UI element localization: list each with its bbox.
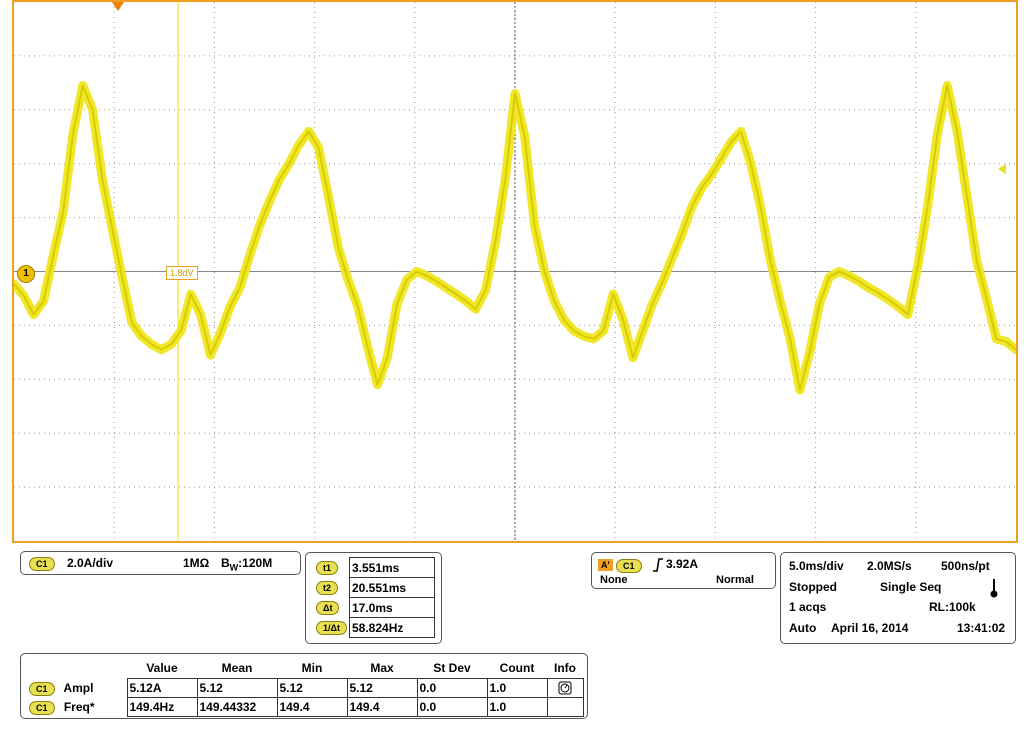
timebase: 5.0ms/div xyxy=(789,559,844,573)
cursor-row: t1 3.551ms xyxy=(314,557,435,578)
cursor-row: t2 20.551ms xyxy=(314,577,435,598)
measurement-stdev: 0.0 xyxy=(416,697,488,717)
cursor-value: 58.824Hz xyxy=(348,617,435,638)
bandwidth-limit: BW:120M xyxy=(221,556,273,573)
cursor-pill[interactable]: Δt xyxy=(316,601,340,615)
measurement-label-cell: C1 Ampl xyxy=(27,679,127,698)
cursor-readout-label: 1.8dV xyxy=(166,266,198,280)
trigger-channel-pill[interactable]: C1 xyxy=(616,559,642,573)
trigger-position-marker[interactable] xyxy=(112,2,124,11)
cursor-panel[interactable]: t1 3.551ms t2 20.551ms Δt 17.0ms 1/Δt 58.824Hz xyxy=(305,552,442,644)
input-impedance: 1MΩ xyxy=(183,556,210,570)
channel-1-marker[interactable]: 1 xyxy=(17,265,35,283)
measurement-name: Ampl xyxy=(60,680,94,695)
measurement-header: Max xyxy=(370,661,394,675)
measurement-row[interactable]: C1 Freq* 149.4Hz 149.44332 149.4 149.4 0.0 1.0 xyxy=(27,697,584,717)
measurement-max: 5.12 xyxy=(346,678,418,698)
cursor-pill[interactable]: t2 xyxy=(316,581,339,595)
cursor-value: 3.551ms xyxy=(348,557,435,578)
rising-edge-icon xyxy=(653,558,663,572)
measurement-header: Count xyxy=(499,661,535,675)
trigger-panel[interactable]: A' C1 3.92A None Normal xyxy=(591,552,776,589)
measurement-header: Value xyxy=(146,661,178,675)
waveform-display[interactable]: 1 1.8dV xyxy=(12,0,1018,543)
cursor-pill-cell: t2 xyxy=(314,578,349,598)
acquisition-state: Stopped xyxy=(789,580,837,594)
measurement-stdev: 0.0 xyxy=(416,678,488,698)
measurement-header: St Dev xyxy=(433,661,471,675)
cursor-value: 20.551ms xyxy=(348,577,435,598)
acquisition-sequence: Single Seq xyxy=(880,580,942,594)
cursor-pill-cell: 1/Δt xyxy=(314,618,349,638)
cursor-pill-cell: Δt xyxy=(314,598,349,618)
date: April 16, 2014 xyxy=(831,621,909,635)
measurement-value: 5.12A xyxy=(126,678,198,698)
cursor-table: t1 3.551ms t2 20.551ms Δt 17.0ms 1/Δt 58.824Hz xyxy=(314,557,435,638)
measurement-min: 5.12 xyxy=(276,678,348,698)
time: 13:41:02 xyxy=(957,621,1006,635)
cursor-value: 17.0ms xyxy=(348,597,435,618)
record-length: RL:100k xyxy=(929,600,976,614)
trigger-source-pill[interactable]: A' xyxy=(598,559,613,571)
measurement-panel[interactable]: Value Mean Min Max St Dev Count Info C1 Ampl 5.… xyxy=(20,653,588,719)
graticule xyxy=(14,2,1016,541)
cursor-row: 1/Δt 58.824Hz xyxy=(314,617,435,638)
acquisition-count: 1 acqs xyxy=(789,600,827,614)
measurement-mean: 5.12 xyxy=(196,678,278,698)
channel-panel[interactable]: C1 2.0A/div 1MΩ BW:120M xyxy=(20,551,301,575)
measurement-max: 149.4 xyxy=(346,697,418,717)
measurement-info-cell[interactable] xyxy=(546,697,584,717)
measurement-info-cell[interactable] xyxy=(546,678,584,698)
sample-rate: 2.0MS/s xyxy=(867,559,912,573)
measurement-count: 1.0 xyxy=(486,697,548,717)
cursor-row: Δt 17.0ms xyxy=(314,597,435,618)
channel-pill[interactable]: C1 xyxy=(29,557,55,571)
trigger-level: 3.92A xyxy=(666,557,699,571)
measurement-header: Info xyxy=(554,661,576,675)
measurement-count: 1.0 xyxy=(486,678,548,698)
measurement-source-pill[interactable]: C1 xyxy=(29,700,55,715)
cursor-pill[interactable]: t1 xyxy=(316,561,339,575)
measurement-min: 149.4 xyxy=(276,697,348,717)
measurement-value: 149.4Hz xyxy=(126,697,198,717)
measurement-source-pill[interactable]: C1 xyxy=(29,681,55,696)
acquisition-panel[interactable]: 5.0ms/div 2.0MS/s 500ns/pt Stopped Singl… xyxy=(780,552,1016,644)
info-icon[interactable] xyxy=(558,681,572,695)
trigger-level-marker[interactable] xyxy=(998,164,1006,174)
cursor-pill[interactable]: 1/Δt xyxy=(316,621,347,635)
measurement-name: Freq* xyxy=(60,699,95,714)
measurement-header: Mean xyxy=(221,661,253,675)
measurement-header: Min xyxy=(301,661,323,675)
trigger-coupling: None xyxy=(600,574,628,586)
measurement-mean: 149.44332 xyxy=(196,697,278,717)
thermometer-icon xyxy=(990,579,998,598)
time-resolution: 500ns/pt xyxy=(941,559,990,573)
measurement-row[interactable]: C1 Ampl 5.12A 5.12 5.12 5.12 0.0 1.0 xyxy=(27,678,584,698)
cursor-pill-cell: t1 xyxy=(314,558,349,578)
trigger-mode: Normal xyxy=(716,574,754,586)
measurement-label-cell: C1 Freq* xyxy=(27,698,127,717)
measurement-table: Value Mean Min Max St Dev Count Info C1 Ampl 5.… xyxy=(27,658,584,717)
vertical-scale: 2.0A/div xyxy=(67,556,114,570)
trigger-auto: Auto xyxy=(789,621,817,635)
